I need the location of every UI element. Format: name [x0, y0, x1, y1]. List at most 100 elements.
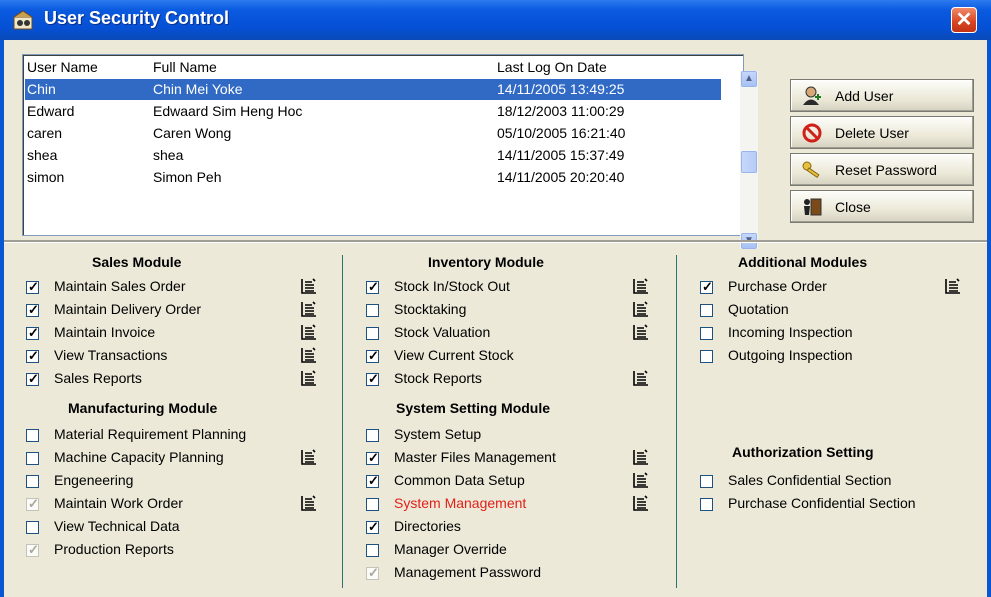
permission-checkbox[interactable] — [26, 475, 39, 488]
permission-label[interactable]: Manager Override — [394, 541, 507, 557]
system-module-title: System Setting Module — [396, 400, 551, 416]
permission-checkbox[interactable] — [26, 452, 39, 465]
title-bar[interactable]: User Security Control ✕ — [0, 0, 991, 40]
user-panel: User Name Full Name Last Log On Date Chi… — [4, 40, 987, 249]
permission-label[interactable]: Management Password — [394, 564, 541, 580]
user-list[interactable]: User Name Full Name Last Log On Date Chi… — [22, 54, 758, 249]
no-entry-icon — [802, 123, 822, 143]
permission-label[interactable]: System Management — [394, 495, 526, 511]
permission-label[interactable]: Stock Valuation — [394, 324, 490, 340]
permission-label[interactable]: Stock In/Stock Out — [394, 278, 510, 294]
permission-checkbox[interactable] — [26, 521, 39, 534]
permission-label[interactable]: View Transactions — [54, 347, 167, 363]
permission-label[interactable]: Incoming Inspection — [728, 324, 853, 340]
scroll-up-button[interactable]: ▲ — [741, 71, 757, 87]
permission-checkbox[interactable] — [366, 327, 379, 340]
permission-details-icon[interactable] — [632, 471, 650, 489]
permission-label[interactable]: Quotation — [728, 301, 789, 317]
permission-checkbox[interactable]: ✓ — [366, 348, 379, 363]
permission-checkbox[interactable] — [700, 498, 713, 511]
permission-checkbox[interactable]: ✓ — [366, 279, 379, 294]
user-row[interactable]: shea shea 14/11/2005 15:37:49 — [25, 145, 721, 166]
permission-checkbox[interactable]: ✓ — [26, 325, 39, 340]
permission-label[interactable]: Maintain Delivery Order — [54, 301, 201, 317]
permission-checkbox[interactable] — [700, 475, 713, 488]
permission-details-icon[interactable] — [300, 277, 318, 295]
permission-checkbox[interactable] — [366, 429, 379, 442]
permission-details-icon[interactable] — [300, 346, 318, 364]
permission-details-icon[interactable] — [300, 494, 318, 512]
last-logon-cell: 05/10/2005 16:21:40 — [497, 125, 626, 141]
permission-details-icon[interactable] — [300, 448, 318, 466]
permission-label[interactable]: Maintain Sales Order — [54, 278, 186, 294]
permission-checkbox[interactable] — [700, 327, 713, 340]
permission-label[interactable]: Sales Confidential Section — [728, 472, 891, 488]
permission-label[interactable]: Directories — [394, 518, 461, 534]
permission-checkbox[interactable] — [366, 304, 379, 317]
permission-label[interactable]: Master Files Management — [394, 449, 556, 465]
permission-label[interactable]: Purchase Confidential Section — [728, 495, 916, 511]
permission-checkbox[interactable]: ✓ — [26, 279, 39, 294]
permission-details-icon[interactable] — [632, 300, 650, 318]
checkmark-icon: ✓ — [368, 450, 379, 465]
checkmark-icon: ✓ — [28, 302, 39, 317]
permission-checkbox[interactable] — [700, 350, 713, 363]
window-client-area: User Name Full Name Last Log On Date Chi… — [4, 40, 987, 597]
permission-label[interactable]: Engeneering — [54, 472, 133, 488]
permission-label[interactable]: Stocktaking — [394, 301, 466, 317]
permission-details-icon[interactable] — [632, 369, 650, 387]
scroll-thumb[interactable] — [741, 151, 757, 173]
permission-checkbox[interactable] — [26, 429, 39, 442]
add-user-button[interactable]: Add User — [790, 79, 974, 112]
permission-checkbox[interactable] — [700, 304, 713, 317]
permission-label[interactable]: Machine Capacity Planning — [54, 449, 224, 465]
permission-details-icon[interactable] — [300, 369, 318, 387]
user-row[interactable]: Edward Edwaard Sim Heng Hoc 18/12/2003 11:… — [25, 101, 721, 122]
user-list-scrollbar[interactable]: ▲ ▼ — [740, 71, 758, 249]
permission-checkbox[interactable]: ✓ — [366, 473, 379, 488]
permission-details-icon[interactable] — [632, 277, 650, 295]
permission-checkbox[interactable]: ✓ — [366, 519, 379, 534]
permission-label[interactable]: Sales Reports — [54, 370, 142, 386]
column-header-user-name: User Name — [27, 59, 98, 75]
close-window-button[interactable]: ✕ — [951, 7, 977, 33]
permission-details-icon[interactable] — [632, 494, 650, 512]
permission-details-icon[interactable] — [944, 277, 962, 295]
permission-checkbox[interactable]: ✓ — [366, 371, 379, 386]
user-row[interactable]: Chin Chin Mei Yoke 14/11/2005 13:49:25 — [25, 79, 721, 100]
full-name-cell: Edwaard Sim Heng Hoc — [153, 103, 303, 119]
permission-details-icon[interactable] — [632, 323, 650, 341]
column-separator-2 — [676, 255, 677, 588]
permission-checkbox[interactable] — [366, 544, 379, 557]
close-icon: ✕ — [955, 9, 973, 31]
permission-label[interactable]: System Setup — [394, 426, 481, 442]
permission-label[interactable]: Production Reports — [54, 541, 174, 557]
column-header-full-name: Full Name — [153, 59, 217, 75]
close-button[interactable]: Close — [790, 190, 974, 223]
user-row[interactable]: caren Caren Wong 05/10/2005 16:21:40 — [25, 123, 721, 144]
permission-label[interactable]: Purchase Order — [728, 278, 827, 294]
permission-checkbox[interactable]: ✓ — [26, 302, 39, 317]
permission-label[interactable]: View Current Stock — [394, 347, 514, 363]
permission-checkbox[interactable]: ✓ — [26, 371, 39, 386]
permission-label[interactable]: Common Data Setup — [394, 472, 525, 488]
permission-details-icon[interactable] — [632, 448, 650, 466]
permission-checkbox[interactable]: ✓ — [700, 279, 713, 294]
delete-user-button[interactable]: Delete User — [790, 116, 974, 149]
permission-label[interactable]: Outgoing Inspection — [728, 347, 853, 363]
last-logon-cell: 14/11/2005 20:20:40 — [497, 169, 625, 185]
permission-checkbox[interactable]: ✓ — [26, 348, 39, 363]
permission-details-icon[interactable] — [300, 323, 318, 341]
permission-label[interactable]: Maintain Work Order — [54, 495, 183, 511]
checkmark-icon: ✓ — [368, 473, 379, 488]
permission-checkbox[interactable]: ✓ — [366, 450, 379, 465]
user-row[interactable]: simon Simon Peh 14/11/2005 20:20:40 — [25, 167, 721, 188]
checkmark-icon: ✓ — [28, 496, 39, 511]
permission-label[interactable]: View Technical Data — [54, 518, 180, 534]
reset-password-button[interactable]: Reset Password — [790, 153, 974, 186]
permission-label[interactable]: Maintain Invoice — [54, 324, 155, 340]
permission-details-icon[interactable] — [300, 300, 318, 318]
permission-label[interactable]: Stock Reports — [394, 370, 482, 386]
permission-label[interactable]: Material Requirement Planning — [54, 426, 246, 442]
permission-checkbox[interactable] — [366, 498, 379, 511]
